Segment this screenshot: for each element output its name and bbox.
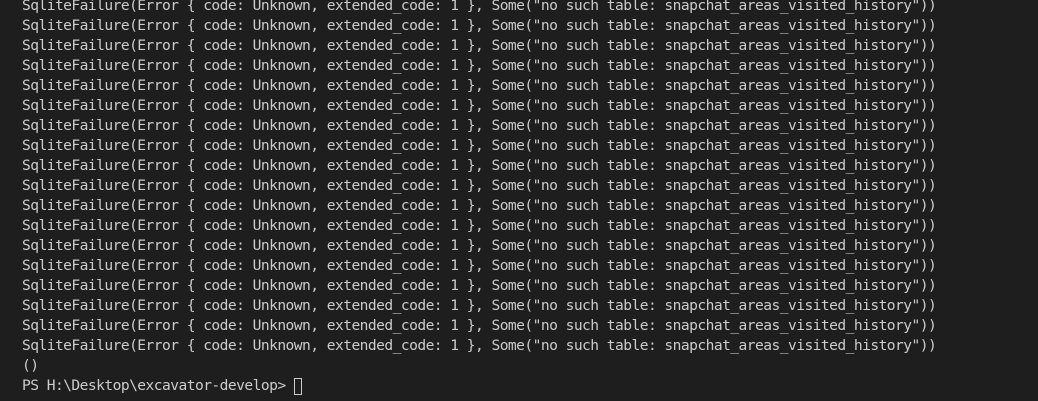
terminal-output-line: SqliteFailure(Error { code: Unknown, ext…: [22, 297, 937, 314]
terminal-output-line: SqliteFailure(Error { code: Unknown, ext…: [22, 157, 937, 174]
terminal-output: SqliteFailure(Error { code: Unknown, ext…: [22, 0, 1038, 396]
terminal-output-line: SqliteFailure(Error { code: Unknown, ext…: [22, 217, 937, 234]
terminal-prompt-line[interactable]: PS H:\Desktop\excavator-develop>: [22, 376, 1038, 396]
terminal-output-line: SqliteFailure(Error { code: Unknown, ext…: [22, 137, 937, 154]
terminal-output-line: SqliteFailure(Error { code: Unknown, ext…: [22, 97, 937, 114]
terminal-output-line: SqliteFailure(Error { code: Unknown, ext…: [22, 257, 937, 274]
terminal-output-line: SqliteFailure(Error { code: Unknown, ext…: [22, 337, 937, 354]
terminal-output-line: SqliteFailure(Error { code: Unknown, ext…: [22, 317, 937, 334]
terminal-unit-output: (): [22, 357, 39, 374]
terminal-output-line: SqliteFailure(Error { code: Unknown, ext…: [22, 0, 937, 14]
terminal-output-line: SqliteFailure(Error { code: Unknown, ext…: [22, 57, 937, 74]
terminal-panel[interactable]: SqliteFailure(Error { code: Unknown, ext…: [0, 0, 1038, 401]
terminal-prompt: PS H:\Desktop\excavator-develop>: [22, 377, 286, 394]
terminal-output-line: SqliteFailure(Error { code: Unknown, ext…: [22, 237, 937, 254]
terminal-output-line: SqliteFailure(Error { code: Unknown, ext…: [22, 277, 937, 294]
terminal-output-line: SqliteFailure(Error { code: Unknown, ext…: [22, 77, 937, 94]
terminal-output-line: SqliteFailure(Error { code: Unknown, ext…: [22, 177, 937, 194]
terminal-output-line: SqliteFailure(Error { code: Unknown, ext…: [22, 37, 937, 54]
terminal-output-line: SqliteFailure(Error { code: Unknown, ext…: [22, 197, 937, 214]
terminal-cursor[interactable]: [293, 377, 302, 395]
terminal-output-line: SqliteFailure(Error { code: Unknown, ext…: [22, 117, 937, 134]
terminal-output-line: SqliteFailure(Error { code: Unknown, ext…: [22, 17, 937, 34]
